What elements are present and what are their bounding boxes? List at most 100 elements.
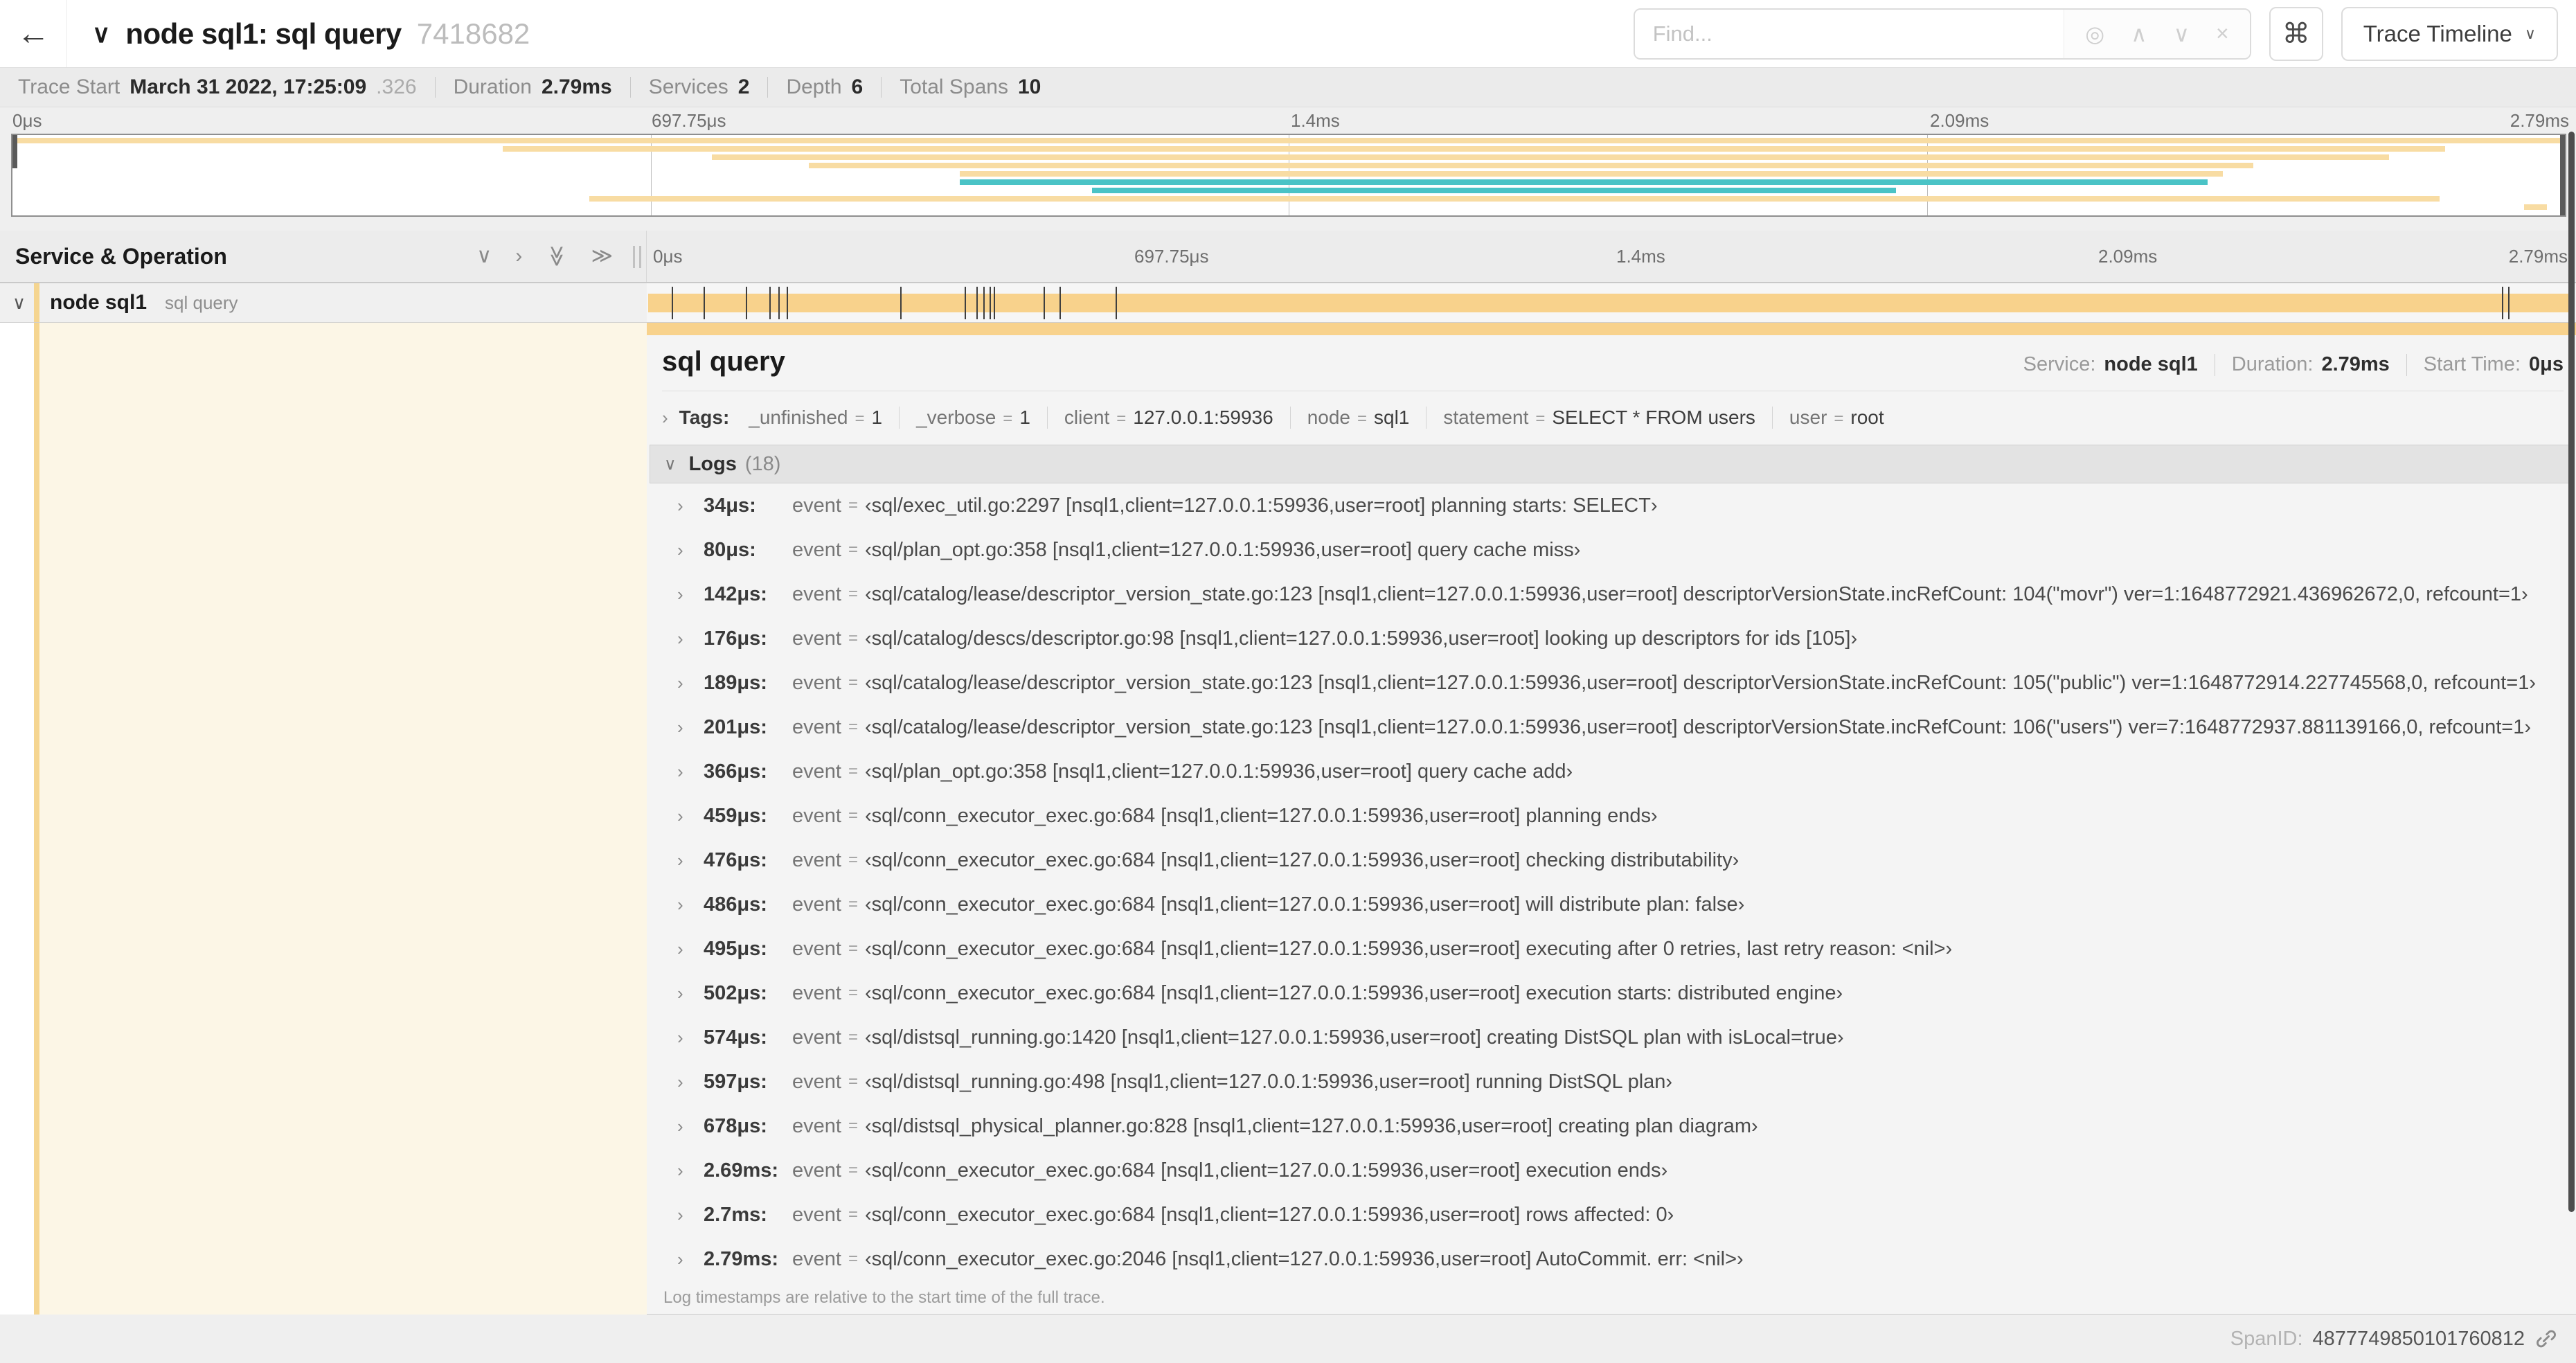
log-entry-row[interactable]: › 502μs: event = ‹sql/conn_executor_exec.go:… xyxy=(650,971,2572,1015)
log-chevron-right-icon[interactable]: › xyxy=(677,1116,704,1137)
tag-item[interactable]: client = 127.0.0.1:59936 xyxy=(1064,407,1273,429)
log-chevron-right-icon[interactable]: › xyxy=(677,628,704,650)
expand-one-icon[interactable]: › xyxy=(515,246,522,267)
log-entry-row[interactable]: › 189μs: event = ‹sql/catalog/lease/descript… xyxy=(650,661,2572,705)
log-chevron-right-icon[interactable]: › xyxy=(677,584,704,605)
tag-item[interactable]: node = sql1 xyxy=(1307,407,1410,429)
span-row[interactable]: ∨ node sql1 sql query xyxy=(0,283,2576,323)
view-selector-button[interactable]: Trace Timeline ∨ xyxy=(2341,6,2558,61)
log-entry-row[interactable]: › 2.7ms: event = ‹sql/conn_executor_exec.go:… xyxy=(650,1193,2572,1237)
log-chevron-right-icon[interactable]: › xyxy=(677,717,704,738)
back-button[interactable]: ← xyxy=(0,0,67,67)
log-timestamp: 495μs: xyxy=(704,937,767,960)
tags-chevron-right-icon[interactable]: › xyxy=(662,407,668,429)
minimap-left-scrubber[interactable] xyxy=(12,135,17,168)
log-marker-tick xyxy=(778,287,780,319)
log-chevron-right-icon[interactable]: › xyxy=(677,540,704,561)
detail-title-row: sql query Service: node sql1 Duration: 2… xyxy=(662,346,2564,377)
log-field-key: event xyxy=(792,1159,841,1182)
duration-value: 2.79ms xyxy=(2321,353,2390,375)
log-marker-tick xyxy=(1044,287,1046,319)
log-marker-tick xyxy=(671,287,673,319)
minimap-right-scrubber[interactable] xyxy=(2560,135,2565,215)
log-chevron-right-icon[interactable]: › xyxy=(677,850,704,871)
log-field-value: ‹sql/catalog/lease/descriptor_version_st… xyxy=(864,671,2537,694)
top-right-controls: ◎ ∧ ∨ × ⌘ Trace Timeline ∨ xyxy=(1633,6,2558,61)
tags-row[interactable]: › Tags: _unfinished = 1 _verbose = 1 client = 12… xyxy=(656,402,2564,434)
log-entry-row[interactable]: › 574μs: event = ‹sql/distsql_running.go:142… xyxy=(650,1015,2572,1060)
ruler-tick-label: 1.4ms xyxy=(1616,246,1665,267)
keyboard-shortcuts-button[interactable]: ⌘ xyxy=(2269,6,2323,61)
log-marker-tick xyxy=(703,287,705,319)
find-locate-icon[interactable]: ◎ xyxy=(2085,21,2104,47)
minimap-span-bar xyxy=(589,196,2440,202)
trace-title-group[interactable]: ∨ node sql1: sql query 7418682 xyxy=(92,17,530,51)
log-chevron-right-icon[interactable]: › xyxy=(677,1027,704,1049)
log-equals: = xyxy=(848,850,858,869)
log-field-key: event xyxy=(792,671,841,694)
log-equals: = xyxy=(848,585,858,603)
expand-all-icon[interactable]: ≫ xyxy=(591,246,613,267)
log-equals: = xyxy=(848,762,858,781)
log-entry-row[interactable]: › 597μs: event = ‹sql/distsql_running.go:498… xyxy=(650,1060,2572,1104)
log-chevron-right-icon[interactable]: › xyxy=(677,761,704,783)
deep-link-icon[interactable] xyxy=(2534,1327,2558,1351)
stat-item: Total Spans 10 xyxy=(900,75,1041,99)
log-field-value: ‹sql/catalog/lease/descriptor_version_st… xyxy=(864,715,2532,738)
tag-value: sql1 xyxy=(1374,407,1410,428)
log-entry-row[interactable]: › 2.79ms: event = ‹sql/conn_executor_exec.go… xyxy=(650,1237,2572,1281)
tag-item[interactable]: user = root xyxy=(1789,407,1884,429)
tag-divider xyxy=(1046,407,1048,429)
log-entry-row[interactable]: › 2.69ms: event = ‹sql/conn_executor_exec.go… xyxy=(650,1148,2572,1193)
log-entry-row[interactable]: › 176μs: event = ‹sql/catalog/descs/descript… xyxy=(650,616,2572,661)
log-timestamp: 476μs: xyxy=(704,848,767,871)
row-chevron-down-icon[interactable]: ∨ xyxy=(12,292,33,314)
logs-footnote: Log timestamps are relative to the start… xyxy=(663,1288,1105,1307)
log-entry-row[interactable]: › 201μs: event = ‹sql/catalog/lease/descript… xyxy=(650,705,2572,749)
find-next-icon[interactable]: ∨ xyxy=(2174,21,2190,47)
log-entry-row[interactable]: › 459μs: event = ‹sql/conn_executor_exec.go:… xyxy=(650,794,2572,838)
log-chevron-right-icon[interactable]: › xyxy=(677,1204,704,1226)
log-chevron-right-icon[interactable]: › xyxy=(677,894,704,916)
log-entry-row[interactable]: › 486μs: event = ‹sql/conn_executor_exec.go:… xyxy=(650,882,2572,927)
tag-item[interactable]: _verbose = 1 xyxy=(916,407,1030,429)
collapse-all-icon[interactable]: ≫ xyxy=(546,245,569,267)
title-chevron-down-icon[interactable]: ∨ xyxy=(92,19,110,48)
log-chevron-right-icon[interactable]: › xyxy=(677,1071,704,1093)
log-chevron-right-icon[interactable]: › xyxy=(677,1160,704,1182)
detail-span-bar-strip xyxy=(647,323,2576,335)
log-entry-row[interactable]: › 476μs: event = ‹sql/conn_executor_exec.go:… xyxy=(650,838,2572,882)
log-chevron-right-icon[interactable]: › xyxy=(677,495,704,517)
log-chevron-right-icon[interactable]: › xyxy=(677,983,704,1004)
find-input[interactable] xyxy=(1634,9,2064,58)
log-chevron-right-icon[interactable]: › xyxy=(677,672,704,694)
find-prev-icon[interactable]: ∧ xyxy=(2131,21,2147,47)
log-entry-row[interactable]: › 80μs: event = ‹sql/plan_opt.go:358 [nsql1,… xyxy=(650,528,2572,572)
log-marker-tick xyxy=(1115,287,1117,319)
page-scrollbar-thumb[interactable] xyxy=(2568,132,2575,1212)
tag-item[interactable]: _unfinished = 1 xyxy=(749,407,882,429)
log-entry-row[interactable]: › 495μs: event = ‹sql/conn_executor_exec.go:… xyxy=(650,927,2572,971)
timeline-minimap[interactable] xyxy=(11,134,2566,217)
log-chevron-right-icon[interactable]: › xyxy=(677,938,704,960)
log-entry-row[interactable]: › 34μs: event = ‹sql/exec_util.go:2297 [nsql… xyxy=(650,483,2572,528)
find-clear-icon[interactable]: × xyxy=(2216,21,2229,46)
log-chevron-right-icon[interactable]: › xyxy=(677,805,704,827)
log-chevron-right-icon[interactable]: › xyxy=(677,1249,704,1270)
span-row-name-cell[interactable]: ∨ node sql1 sql query xyxy=(0,283,647,322)
tag-divider xyxy=(1771,407,1773,429)
log-entry-row[interactable]: › 678μs: event = ‹sql/distsql_physical_plann… xyxy=(650,1104,2572,1148)
column-resizer-handle[interactable] xyxy=(633,246,641,268)
log-entry-row[interactable]: › 142μs: event = ‹sql/catalog/lease/descript… xyxy=(650,572,2572,616)
span-row-timeline[interactable] xyxy=(647,283,2576,322)
log-entry-row[interactable]: › 366μs: event = ‹sql/plan_opt.go:358 [nsql1… xyxy=(650,749,2572,794)
logs-chevron-down-icon[interactable]: ∨ xyxy=(664,454,677,474)
collapse-one-icon[interactable]: ∨ xyxy=(476,246,492,267)
log-field-value: ‹sql/conn_executor_exec.go:684 [nsql1,cl… xyxy=(864,1203,1674,1226)
stat-label: Duration xyxy=(453,75,532,98)
log-field-value: ‹sql/catalog/descs/descriptor.go:98 [nsq… xyxy=(864,627,1858,650)
span-duration-bar[interactable] xyxy=(648,294,2570,312)
tag-item[interactable]: statement = SELECT * FROM users xyxy=(1443,407,1755,429)
logs-header[interactable]: ∨ Logs (18) xyxy=(650,445,2572,483)
minimap-tick-label: 697.75μs xyxy=(652,110,726,131)
